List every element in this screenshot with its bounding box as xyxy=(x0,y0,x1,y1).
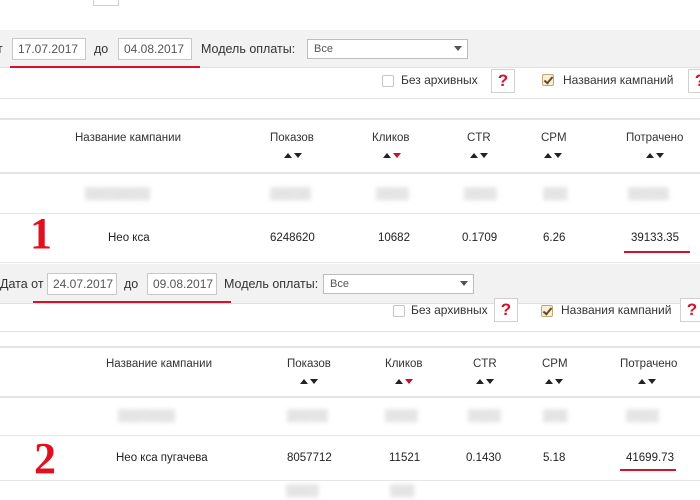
from-label-cut: т xyxy=(0,41,3,57)
blurred-cell: ▒▒▒▒ xyxy=(464,188,497,200)
top-cut-element xyxy=(93,0,119,6)
cell-impressions-2: 8057712 xyxy=(287,452,332,464)
cell-name-1: Нео кса xyxy=(108,232,150,244)
cell-clicks-1: 10682 xyxy=(378,232,410,244)
date-to-input-2[interactable]: 09.08.2017 xyxy=(147,273,217,295)
cell-spent-1: 39133.35 xyxy=(631,232,679,244)
payment-model-value-1: Все xyxy=(314,43,333,55)
col-name-1[interactable]: Название кампании xyxy=(75,132,181,144)
sort-icon[interactable] xyxy=(282,152,304,160)
chevron-down-icon xyxy=(454,46,462,51)
sort-icon[interactable] xyxy=(542,152,564,160)
to-label-2: до xyxy=(124,277,139,291)
cell-cpm-1: 6.26 xyxy=(543,232,566,244)
blurred-row-2: ▒▒▒▒▒▒▒ ▒▒▒▒▒ ▒▒▒▒ ▒▒▒▒ ▒▒▒ ▒▒▒▒ xyxy=(0,400,700,436)
col-cpm-1[interactable]: CPM xyxy=(541,132,567,144)
archive-label-2: Без архивных xyxy=(411,303,488,317)
cell-clicks-2: 11521 xyxy=(389,452,421,464)
sort-icon[interactable] xyxy=(644,152,666,160)
filter-bar-2: Дата от 24.07.2017 до 09.08.2017 Модель … xyxy=(0,264,700,304)
table-row-2[interactable]: 2 Нео кса пугачева 8057712 11521 0.1430 … xyxy=(0,437,700,481)
sort-icon[interactable] xyxy=(543,378,565,386)
cell-spent-2: 41699.73 xyxy=(626,452,674,464)
sort-icon[interactable] xyxy=(636,378,658,386)
archive-checkbox-2[interactable] xyxy=(393,305,405,317)
table-header-2: Название кампании Показов Кликов CTR CPM… xyxy=(0,346,700,398)
blurred-cell: ▒▒▒▒ xyxy=(626,410,659,422)
sort-icon[interactable] xyxy=(381,152,403,160)
col-clicks-2[interactable]: Кликов xyxy=(385,358,423,370)
filter-bar-1: т 17.07.2017 до 04.08.2017 Модель оплаты… xyxy=(0,30,700,68)
date-to-input-1[interactable]: 04.08.2017 xyxy=(118,38,192,60)
blurred-cell: ▒▒▒▒▒ xyxy=(270,188,311,200)
to-label-1: до xyxy=(94,42,109,56)
campaign-names-checkbox-1[interactable] xyxy=(542,74,554,86)
col-name-2[interactable]: Название кампании xyxy=(106,358,212,370)
annotation-number-2: 2 xyxy=(34,434,56,483)
annotation-number-1: 1 xyxy=(30,209,52,258)
blurred-cell: ▒▒▒▒▒ xyxy=(628,188,669,200)
archive-checkbox-1[interactable] xyxy=(382,75,394,87)
help-button-2a[interactable]: ? xyxy=(494,298,518,322)
campaign-names-label-1: Названия кампаний xyxy=(563,73,674,87)
blurred-cell: ▒▒▒ xyxy=(390,485,415,497)
blurred-cell: ▒▒▒▒▒▒▒ xyxy=(118,410,176,422)
cell-cpm-2: 5.18 xyxy=(543,452,566,464)
options-bar-2: Без архивных ? Названия кампаний ? xyxy=(0,298,700,332)
blurred-cell: ▒▒▒▒ xyxy=(468,410,501,422)
col-cpm-2[interactable]: CPM xyxy=(542,358,568,370)
payment-model-value-2: Все xyxy=(330,278,349,290)
blurred-cell: ▒▒▒▒▒▒▒▒ xyxy=(85,188,151,200)
campaign-names-checkbox-2[interactable] xyxy=(541,305,553,317)
blurred-cell: ▒▒▒▒ xyxy=(385,410,418,422)
col-impressions-1[interactable]: Показов xyxy=(270,132,314,144)
help-button-1b[interactable]: ? xyxy=(688,69,700,93)
col-spent-1[interactable]: Потрачено xyxy=(626,132,683,144)
col-spent-2[interactable]: Потрачено xyxy=(620,358,677,370)
red-underline-dates-2 xyxy=(33,301,231,303)
cell-ctr-2: 0.1430 xyxy=(466,452,502,464)
date-from-input-1[interactable]: 17.07.2017 xyxy=(12,38,86,60)
sort-icon[interactable] xyxy=(468,152,490,160)
table-header-1: Название кампании Показов Кликов CTR CPM… xyxy=(0,118,700,174)
payment-model-label-2: Модель оплаты: xyxy=(224,277,319,291)
payment-model-select-1[interactable]: Все xyxy=(307,39,468,59)
campaign-names-label-2: Названия кампаний xyxy=(561,303,672,317)
sort-icon[interactable] xyxy=(474,378,496,386)
archive-label-1: Без архивных xyxy=(401,73,478,87)
col-ctr-1[interactable]: CTR xyxy=(467,132,491,144)
blurred-cell: ▒▒▒▒ xyxy=(286,485,319,497)
chevron-down-icon xyxy=(460,281,468,286)
blurred-cell: ▒▒▒ xyxy=(543,188,568,200)
options-bar-1: Без архивных ? Названия кампаний ? xyxy=(0,69,700,99)
table-row-1[interactable]: 1 Нео кса 6248620 10682 0.1709 6.26 3913… xyxy=(0,209,700,263)
date-from-input-2[interactable]: 24.07.2017 xyxy=(47,273,117,295)
help-button-2b[interactable]: ? xyxy=(680,298,700,322)
help-button-1a[interactable]: ? xyxy=(491,69,515,93)
col-impressions-2[interactable]: Показов xyxy=(287,358,331,370)
red-underline-spent-2 xyxy=(620,469,676,471)
col-ctr-2[interactable]: CTR xyxy=(473,358,497,370)
blurred-cell: ▒▒▒▒▒ xyxy=(287,410,328,422)
cell-name-2: Нео кса пугачева xyxy=(116,452,208,464)
blurred-row-3: ▒▒▒▒ ▒▒▒ xyxy=(0,482,700,500)
date-from-label-2: Дата от xyxy=(0,277,44,291)
cell-impressions-1: 6248620 xyxy=(270,232,315,244)
sort-icon[interactable] xyxy=(298,378,320,386)
col-clicks-1[interactable]: Кликов xyxy=(372,132,410,144)
red-underline-dates-1 xyxy=(10,66,200,68)
red-underline-spent-1 xyxy=(624,251,690,253)
sort-icon[interactable] xyxy=(393,378,415,386)
blurred-row-1: ▒▒▒▒▒▒▒▒ ▒▒▒▒▒ ▒▒▒▒ ▒▒▒▒ ▒▒▒ ▒▒▒▒▒ xyxy=(0,176,700,214)
cell-ctr-1: 0.1709 xyxy=(462,232,498,244)
payment-model-select-2[interactable]: Все xyxy=(323,274,474,294)
payment-model-label-1: Модель оплаты: xyxy=(201,42,296,56)
blurred-cell: ▒▒▒▒ xyxy=(376,188,409,200)
blurred-cell: ▒▒▒ xyxy=(543,410,568,422)
